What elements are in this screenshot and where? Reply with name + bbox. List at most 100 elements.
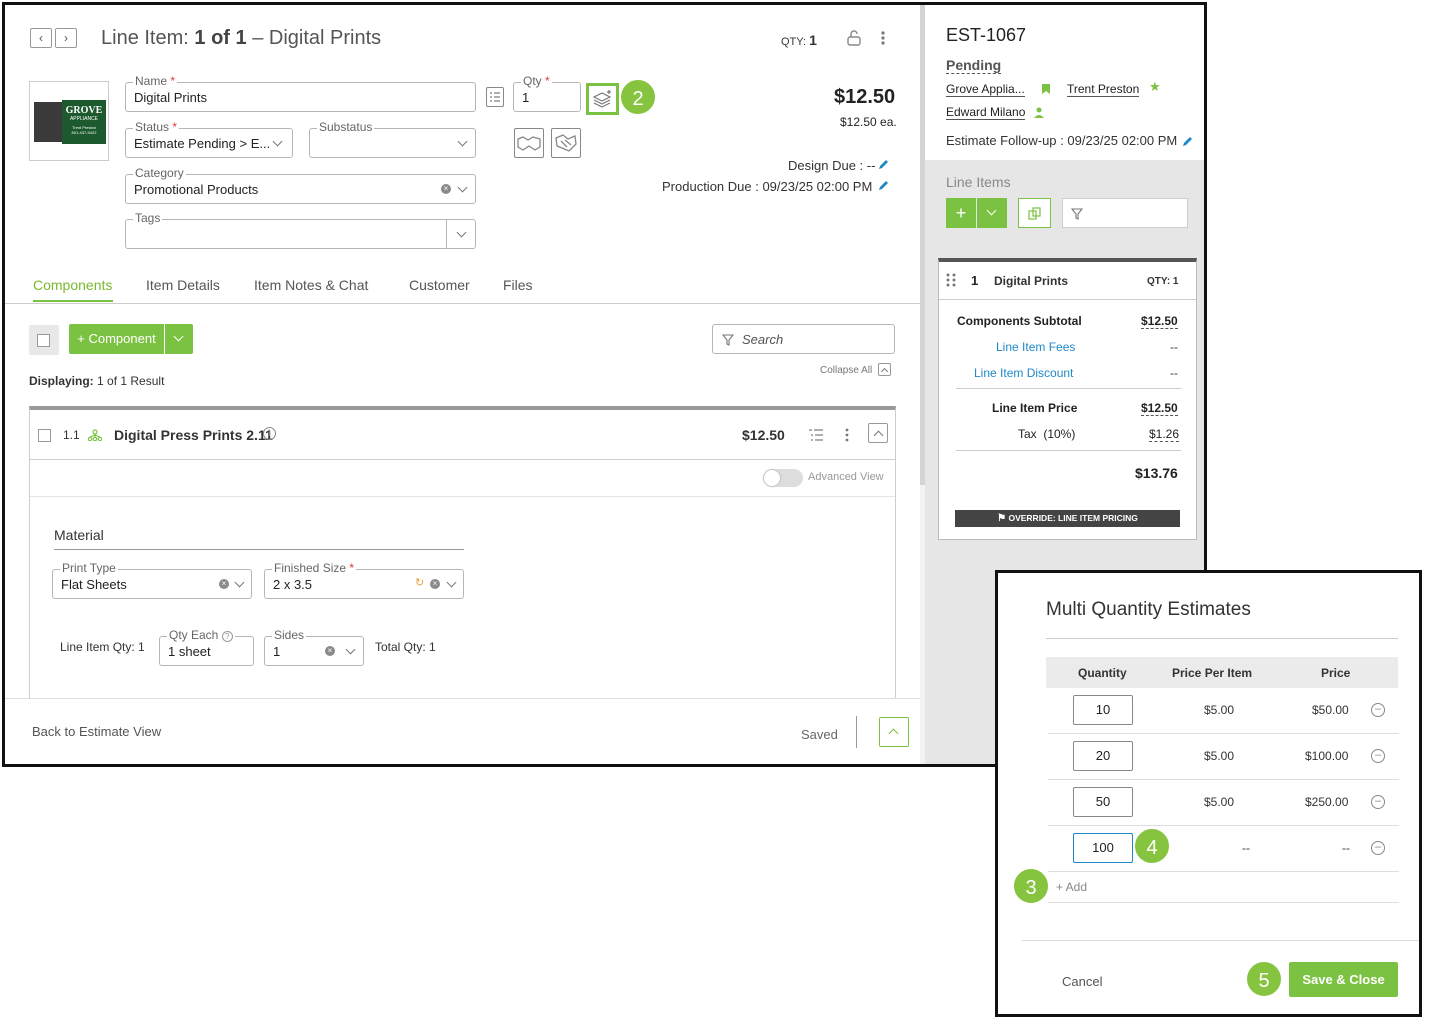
tab-components[interactable]: Components — [33, 277, 112, 293]
prev-item-button[interactable]: ‹ — [30, 28, 52, 48]
clear-icon[interactable]: × — [430, 579, 440, 589]
components-subtotal-value[interactable]: $12.50 — [1141, 314, 1178, 329]
more-options-icon[interactable] — [844, 428, 850, 442]
card-number: 1 — [971, 273, 979, 288]
qty-label: Qty — [523, 74, 542, 88]
pencil-icon[interactable] — [877, 158, 889, 170]
tags-field[interactable]: Tags — [125, 211, 476, 249]
tab-item-notes-chat[interactable]: Item Notes & Chat — [254, 277, 368, 293]
contact-link[interactable]: Trent Preston — [1067, 82, 1140, 97]
item-thumbnail[interactable]: GROVE APPLIANCE Trent Preston 801-437-94… — [29, 81, 109, 161]
cancel-button[interactable]: Cancel — [1062, 974, 1102, 989]
collapse-all-icon[interactable] — [878, 363, 891, 376]
name-value: Digital Prints — [134, 90, 207, 105]
salesperson-link[interactable]: Edward Milano — [946, 105, 1026, 120]
add-component-button[interactable]: + Component — [69, 324, 164, 354]
estimate-status[interactable]: Pending — [946, 57, 1002, 74]
remove-row-icon[interactable]: – — [1371, 795, 1385, 809]
pencil-icon[interactable] — [877, 179, 889, 191]
task-list-icon[interactable] — [808, 428, 824, 442]
save-close-button[interactable]: Save & Close — [1289, 962, 1398, 997]
company-link[interactable]: Grove Applia... — [946, 82, 1025, 97]
quantity-input[interactable]: 50 — [1073, 787, 1133, 817]
line-item-card[interactable]: 1 Digital Prints QTY: 1 Components Subto… — [938, 258, 1197, 540]
add-quantity-button[interactable]: + Add — [1056, 880, 1087, 894]
help-icon[interactable]: ? — [221, 631, 233, 642]
tab-item-details[interactable]: Item Details — [146, 277, 220, 293]
chevron-up-icon — [873, 430, 884, 441]
remove-row-icon[interactable]: – — [1371, 749, 1385, 763]
more-options-icon[interactable] — [879, 30, 887, 46]
info-icon[interactable]: i — [263, 427, 276, 440]
override-pricing-button[interactable]: ⚑ OVERRIDE: LINE ITEM PRICING — [955, 510, 1180, 527]
status-field[interactable]: Status * Estimate Pending > E... — [125, 120, 293, 158]
component-search-input[interactable]: Search — [712, 324, 895, 354]
quantity-input[interactable]: 20 — [1073, 741, 1133, 771]
clear-icon[interactable]: × — [325, 646, 335, 656]
component-name: Digital Press Prints 2.11 — [114, 427, 273, 443]
name-field[interactable]: Name * Digital Prints — [125, 74, 476, 112]
select-all-box — [29, 325, 59, 355]
scroll-top-button[interactable] — [879, 717, 909, 747]
next-item-button[interactable]: › — [55, 28, 77, 48]
advanced-view-toggle[interactable] — [763, 469, 803, 487]
handshake-icon[interactable] — [514, 128, 544, 158]
select-all-checkbox[interactable] — [37, 334, 50, 347]
multi-quantity-button[interactable] — [586, 83, 619, 115]
remove-row-icon[interactable]: – — [1371, 703, 1385, 717]
collapse-component-button[interactable] — [868, 423, 888, 443]
header-quantity: Quantity — [1078, 666, 1127, 680]
estimate-id: EST-1067 — [946, 25, 1027, 45]
line-item-discount-link[interactable]: Line Item Discount — [974, 366, 1073, 380]
item-price: $12.50 — [834, 86, 896, 108]
quantity-input-active[interactable]: 100 — [1073, 833, 1133, 863]
estimate-summary: EST-1067 Pending Grove Applia... Trent P… — [925, 5, 1204, 160]
sides-label: Sides — [272, 628, 307, 642]
line-item-fees-link[interactable]: Line Item Fees — [996, 340, 1075, 354]
tax-value[interactable]: $1.26 — [1149, 427, 1180, 442]
remove-row-icon[interactable]: – — [1371, 841, 1385, 855]
appliance-image — [34, 102, 62, 142]
component-checkbox[interactable] — [38, 429, 51, 442]
modal-title: Multi Quantity Estimates — [1046, 599, 1251, 620]
handshake-alt-icon[interactable] — [551, 128, 581, 158]
list-icon[interactable] — [486, 87, 504, 107]
tab-files[interactable]: Files — [503, 277, 533, 293]
qty-field[interactable]: Qty * 1 — [513, 74, 581, 112]
add-line-item-dropdown[interactable] — [977, 198, 1007, 228]
line-item-panel: ‹ › Line Item: 1 of 1 – Digital Prints Q… — [5, 5, 925, 764]
print-type-field[interactable]: Print Type Flat Sheets × — [52, 561, 252, 599]
header-price-per-item: Price Per Item — [1172, 666, 1253, 680]
line-item-filter-input[interactable] — [1062, 198, 1188, 228]
total-qty: Total Qty: 1 — [375, 640, 436, 654]
category-field[interactable]: Category Promotional Products × — [125, 166, 476, 204]
sides-field[interactable]: Sides 1 × — [264, 628, 364, 666]
card-qty: QTY: 1 — [1147, 276, 1179, 287]
clear-icon[interactable]: × — [219, 579, 229, 589]
filter-icon — [722, 334, 734, 346]
qty-each-field[interactable]: Qty Each ? 1 sheet — [159, 628, 254, 666]
add-line-item-button[interactable]: + — [946, 198, 976, 228]
finished-size-label: Finished Size — [274, 561, 347, 575]
active-tab-indicator — [33, 300, 113, 302]
qty-required-mark: * — [545, 74, 550, 88]
add-component-dropdown[interactable] — [165, 324, 193, 354]
lock-icon[interactable] — [847, 30, 861, 46]
reset-icon[interactable]: ↻ — [415, 576, 424, 589]
drag-handle-icon[interactable] — [946, 273, 956, 287]
row-divider — [1048, 779, 1399, 780]
copy-icon — [1028, 207, 1041, 220]
back-to-estimate-link[interactable]: Back to Estimate View — [32, 724, 161, 739]
line-item-price-value[interactable]: $12.50 — [1141, 401, 1178, 416]
category-label: Category — [133, 166, 186, 180]
quantity-input[interactable]: 10 — [1073, 695, 1133, 725]
modal-table-header: Quantity Price Per Item Price — [1046, 657, 1398, 688]
copy-line-item-button[interactable] — [1018, 198, 1051, 228]
collapse-all-link[interactable]: Collapse All — [820, 365, 872, 376]
clear-icon[interactable]: × — [441, 184, 451, 194]
substatus-field[interactable]: Substatus — [309, 120, 476, 158]
row-price: -- — [1342, 841, 1350, 855]
finished-size-field[interactable]: Finished Size * 2 x 3.5 ↻ × — [264, 561, 464, 599]
pencil-icon[interactable] — [1181, 135, 1193, 147]
tab-customer[interactable]: Customer — [409, 277, 470, 293]
